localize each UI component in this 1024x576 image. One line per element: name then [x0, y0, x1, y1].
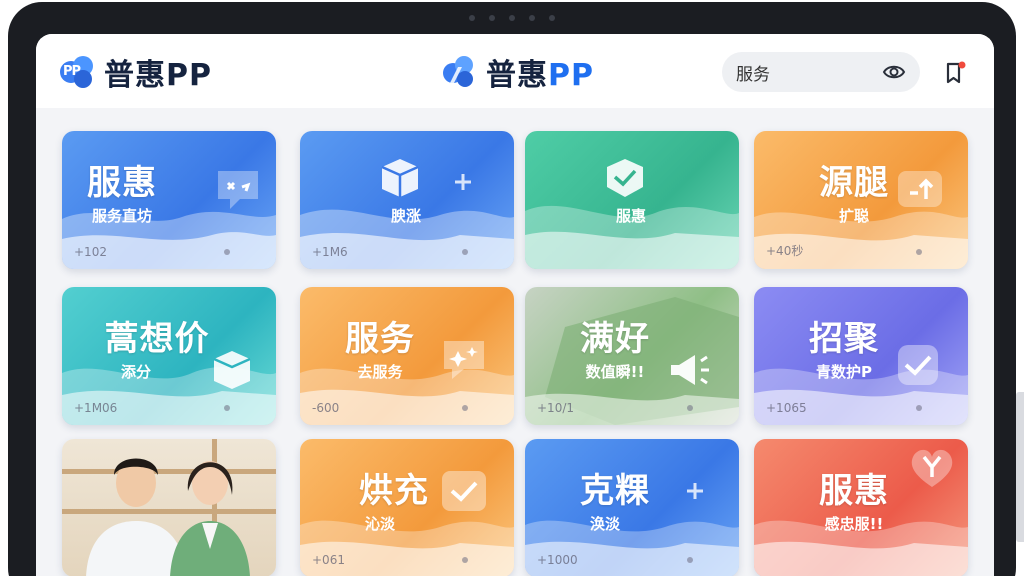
tile-footer: +10/1	[537, 401, 575, 415]
tile-subtitle: 服惠	[615, 207, 646, 225]
tile-title: 满好	[580, 319, 650, 359]
chat-bubble-icon	[218, 171, 258, 209]
cube-icon	[381, 159, 419, 197]
people-photo	[86, 458, 250, 576]
logo-icon: PP	[58, 53, 96, 91]
service-tile-5[interactable]: 蒿想价 添分 +1M06	[62, 287, 276, 425]
tile-dot	[916, 405, 922, 411]
tile-dot	[687, 405, 693, 411]
tile-footer: +1000	[537, 553, 578, 567]
tile-dot	[462, 557, 468, 563]
shield-cube-icon	[607, 159, 643, 197]
search-bar[interactable]	[722, 52, 920, 92]
tile-subtitle: 涣淡	[589, 515, 620, 533]
transfer-icon	[898, 171, 942, 207]
tile-title: 招聚	[809, 319, 879, 359]
tile-footer: +102	[74, 245, 107, 259]
tile-dot	[462, 249, 468, 255]
service-tile-3[interactable]: 服惠	[525, 131, 739, 269]
search-input[interactable]	[736, 62, 876, 82]
megaphone-icon	[671, 355, 709, 385]
tile-footer: +1M06	[74, 401, 118, 415]
tile-subtitle: 去服务	[357, 363, 403, 381]
side-button	[1016, 392, 1024, 542]
brand-left[interactable]: PP 普惠PP	[58, 50, 212, 94]
tile-title: 蒿想价	[104, 319, 210, 359]
tile-dot	[687, 557, 693, 563]
brand-name: 普惠PP	[104, 58, 212, 93]
tile-dot	[224, 249, 230, 255]
tile-footer: -600	[312, 401, 340, 415]
service-tile-7[interactable]: 满好 数值瞬!! +10/1	[525, 287, 739, 425]
cube-arrow-icon	[213, 351, 251, 389]
tile-subtitle: 青数护P	[816, 363, 872, 381]
plus-icon	[455, 174, 471, 190]
tile-subtitle: 沁淡	[364, 515, 395, 533]
service-tile-10[interactable]: 烘充 沁淡 +061	[300, 439, 514, 576]
service-tile-6[interactable]: 服务 去服务 -600	[300, 287, 514, 425]
service-tile-12[interactable]: 服惠 感忠服!!	[754, 439, 968, 576]
camera-array	[469, 15, 555, 21]
photo-tile[interactable]	[62, 439, 276, 576]
tile-footer: +1M6	[312, 245, 348, 259]
brand-name-center: 普惠PP	[486, 58, 594, 93]
app-screen: PP 普惠PP 普惠PP 服务 服惠 服务直坊 +102 腴涨 +1M6 服惠 …	[36, 34, 994, 576]
heart-y-icon	[911, 449, 953, 487]
service-tile-1[interactable]: 服惠 服务直坊 +102	[62, 131, 276, 269]
tile-subtitle: 添分	[120, 363, 151, 381]
tile-footer: +1065	[766, 401, 807, 415]
tile-subtitle: 服务直坊	[91, 207, 152, 225]
tile-dot	[462, 405, 468, 411]
tile-footer: +40秒	[766, 244, 804, 258]
tile-subtitle: 腴涨	[390, 207, 421, 225]
logo-icon	[443, 56, 473, 87]
service-tile-2[interactable]: 腴涨 +1M6	[300, 131, 514, 269]
tile-title: 服惠	[87, 163, 157, 203]
tile-footer: +061	[312, 553, 345, 567]
tile-title: 服务	[345, 319, 415, 359]
service-tile-8[interactable]: 招聚 青数护P +1065	[754, 287, 968, 425]
service-tile-4[interactable]: 源腿 扩聪 +40秒	[754, 131, 968, 269]
tile-dot	[224, 405, 230, 411]
sparkle-bubble-icon	[444, 341, 484, 379]
check-box-icon	[898, 345, 938, 385]
brand-center[interactable]: 普惠PP	[440, 50, 594, 94]
tile-title: 克粿	[580, 471, 650, 511]
check-bubble-icon	[442, 471, 486, 511]
app-header: PP 普惠PP 普惠PP	[36, 34, 994, 108]
eye-icon[interactable]	[882, 60, 906, 84]
tile-subtitle: 数值瞬!!	[585, 363, 645, 381]
bookmark-alert-icon[interactable]	[942, 60, 968, 86]
service-tile-11[interactable]: 克粿 涣淡 +1000	[525, 439, 739, 576]
tile-title: 服惠	[819, 471, 889, 511]
tile-subtitle: 感忠服!!	[824, 515, 884, 533]
plus-icon	[687, 483, 703, 499]
tile-dot	[916, 249, 922, 255]
